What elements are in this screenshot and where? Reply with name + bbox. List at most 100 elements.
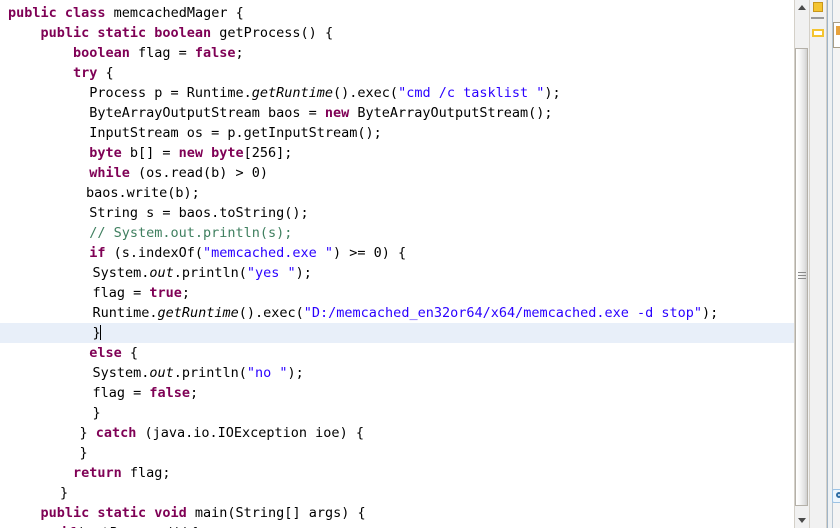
code-line[interactable]: while (os.read(b) > 0)	[0, 163, 794, 183]
code-token-pl: b[] =	[129, 145, 179, 161]
code-line[interactable]: InputStream os = p.getInputStream();	[0, 123, 794, 143]
code-line[interactable]: }	[0, 483, 794, 503]
code-line[interactable]: public static boolean getProcess() {	[0, 23, 794, 43]
code-line[interactable]: Process p = Runtime.getRuntime().exec("c…	[0, 83, 794, 103]
code-line[interactable]: try {	[0, 63, 794, 83]
code-token-pl: Process p = Runtime.	[89, 85, 252, 101]
code-line[interactable]: }	[0, 443, 794, 463]
code-line[interactable]: System.out.println("no ");	[0, 363, 794, 383]
code-token-kw: while	[89, 165, 138, 181]
warning-marker-hollow-icon[interactable]	[812, 29, 824, 37]
code-token-kw: false	[149, 385, 190, 401]
code-token-str: "memcached.exe "	[202, 245, 334, 261]
code-line[interactable]: String s = baos.toString();	[0, 203, 794, 223]
scroll-down-arrow-icon[interactable]	[795, 514, 809, 528]
code-line[interactable]: return flag;	[0, 463, 794, 483]
scroll-thumb-grip-icon	[798, 272, 806, 282]
code-token-pl: {	[129, 345, 138, 361]
code-line[interactable]: flag = false;	[0, 383, 794, 403]
code-line[interactable]: public class memcachedMager {	[0, 3, 794, 23]
code-line[interactable]: boolean flag = false;	[0, 43, 794, 63]
code-line[interactable]: }	[0, 403, 794, 423]
code-token-pl: System.	[92, 265, 150, 281]
code-token-pl: flag =	[92, 285, 150, 301]
code-line[interactable]: } catch (java.io.IOException ioe) {	[0, 423, 794, 443]
code-line[interactable]: byte b[] = new byte[256];	[0, 143, 794, 163]
code-token-pl: }	[92, 405, 101, 421]
code-token-pl: InputStream os = p.getInputStream();	[89, 125, 382, 141]
code-line[interactable]: baos.write(b);	[0, 183, 794, 203]
eclipse-java-editor-window: public class memcachedMager {public stat…	[0, 0, 840, 528]
right-edge-inner-strip	[832, 0, 840, 528]
code-line[interactable]: }	[0, 323, 794, 343]
code-token-it: out	[149, 365, 174, 381]
code-token-kw: public class	[8, 5, 114, 21]
code-token-str: "yes "	[246, 265, 296, 281]
code-token-pl: ) >= 0) {	[333, 245, 407, 261]
code-token-pl: (java.io.IOException ioe) {	[144, 425, 364, 441]
code-token-pl: flag =	[137, 45, 195, 61]
marker-separator	[811, 17, 824, 19]
code-line[interactable]: else {	[0, 343, 794, 363]
code-token-kw: catch	[95, 425, 145, 441]
vertical-scrollbar[interactable]	[794, 0, 809, 528]
code-token-pl: flag;	[129, 465, 171, 481]
code-line[interactable]: Runtime.getRuntime().exec("D:/memcached_…	[0, 303, 794, 323]
code-token-kw: false	[194, 45, 236, 61]
code-token-pl: {	[105, 65, 114, 81]
minimap-card-icon[interactable]	[833, 22, 840, 48]
code-token-pl: ;	[181, 285, 190, 301]
code-token-pl: Runtime.	[92, 305, 158, 321]
code-token-str: "no "	[246, 365, 288, 381]
code-token-kw: try	[72, 65, 106, 81]
code-token-it: getRuntime	[157, 305, 239, 321]
code-token-pl: (s.indexOf(	[113, 245, 203, 261]
code-token-kw: if	[89, 245, 114, 261]
code-token-pl: System.	[92, 365, 150, 381]
code-token-pl: );	[295, 265, 312, 281]
code-token-pl: ByteArrayOutputStream baos =	[89, 105, 325, 121]
code-token-cmt: // System.out.println(s);	[89, 225, 293, 241]
code-token-pl: memcachedMager {	[113, 5, 244, 21]
code-token-pl: ByteArrayOutputStream();	[357, 105, 553, 121]
code-token-pl: );	[702, 305, 719, 321]
code-line[interactable]: flag = true;	[0, 283, 794, 303]
code-token-str: "cmd /c tasklist "	[398, 85, 545, 101]
code-token-kw: byte	[89, 145, 130, 161]
code-line[interactable]: if(getProcess()){	[0, 523, 794, 528]
code-line[interactable]: public static void main(String[] args) {	[0, 503, 794, 523]
code-token-pl: }	[59, 485, 69, 501]
warning-marker-filled-icon[interactable]	[813, 2, 823, 12]
code-token-pl: (os.read(b) > 0)	[137, 165, 269, 181]
code-line[interactable]: if (s.indexOf("memcached.exe ") >= 0) {	[0, 243, 794, 263]
code-token-kw: true	[149, 285, 182, 301]
code-token-kw: boolean	[72, 45, 138, 61]
code-token-pl: flag =	[92, 385, 150, 401]
text-caret	[99, 325, 101, 340]
code-token-pl: baos.write(b);	[85, 185, 200, 201]
code-line[interactable]: ByteArrayOutputStream baos = new ByteArr…	[0, 103, 794, 123]
code-line[interactable]: System.out.println("yes ");	[0, 263, 794, 283]
code-token-kw: new	[324, 105, 358, 121]
code-token-it: out	[149, 265, 174, 281]
annotation-marker-bar[interactable]	[809, 0, 827, 528]
code-token-pl: .println(	[173, 365, 247, 381]
code-token-pl: }	[79, 425, 96, 441]
code-editor-area[interactable]: public class memcachedMager {public stat…	[0, 0, 794, 528]
right-edge-panel	[827, 0, 840, 528]
code-token-pl: }	[79, 445, 88, 461]
code-token-pl: .println(	[173, 265, 247, 281]
scroll-thumb[interactable]	[795, 48, 808, 506]
code-token-kw: new byte	[178, 145, 244, 161]
scroll-up-arrow-icon[interactable]	[795, 0, 809, 14]
code-line[interactable]: // System.out.println(s);	[0, 223, 794, 243]
code-token-str: "D:/memcached_en32or64/x64/memcached.exe…	[303, 305, 703, 321]
source-code[interactable]: public class memcachedMager {public stat…	[0, 3, 794, 528]
code-token-pl: ().exec(	[333, 85, 399, 101]
code-token-pl: String s = baos.toString();	[89, 205, 309, 221]
code-token-pl: ().exec(	[238, 305, 304, 321]
code-token-kw: public static boolean	[40, 25, 220, 41]
code-token-kw: public static void	[40, 505, 195, 521]
code-token-pl: ;	[235, 45, 244, 61]
info-icon[interactable]	[832, 489, 840, 503]
